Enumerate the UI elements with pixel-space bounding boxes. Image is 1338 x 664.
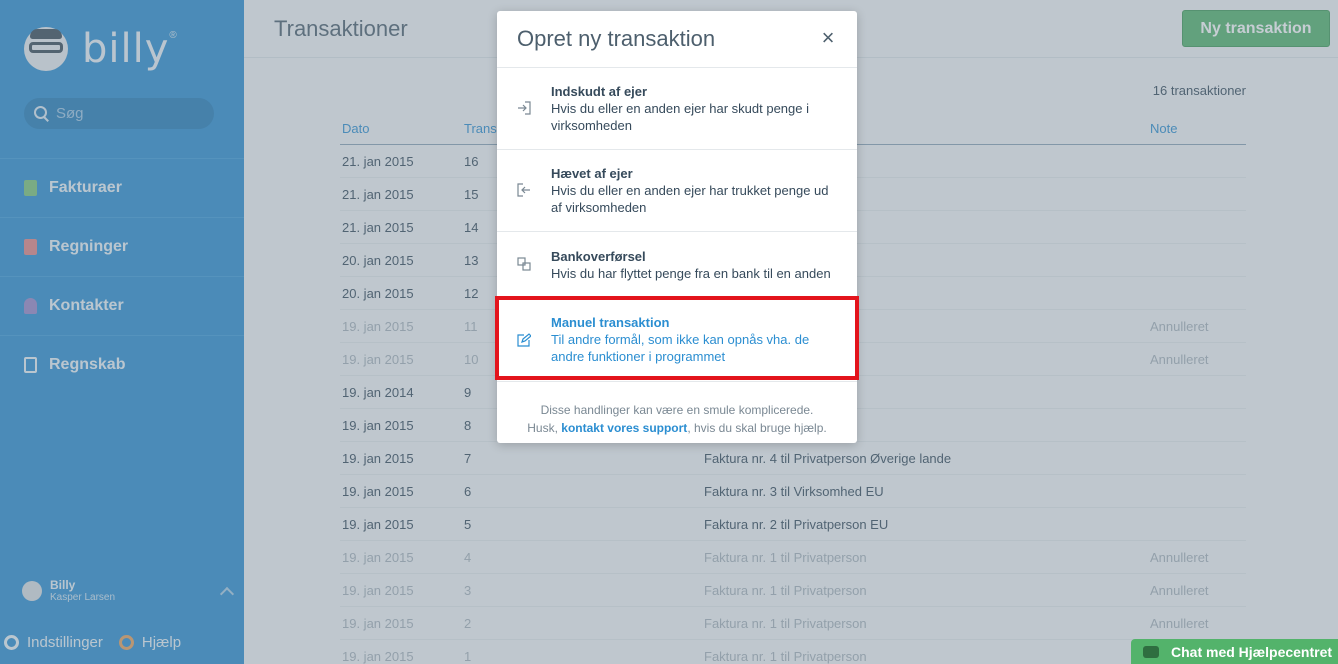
chat-help-button[interactable]: Chat med Hjælpecentret [1131,639,1338,664]
sign-out-icon [517,183,530,197]
modal-header: Opret ny transaktion × [497,11,857,68]
contact-support-link[interactable]: kontakt vores support [561,421,687,435]
new-transaction-modal: Opret ny transaktion × Indskudt af ejer … [495,11,859,443]
transfer-icon [517,257,531,271]
modal-title: Opret ny transaktion [517,26,716,51]
footer-support-line: Husk, kontakt vores support, hvis du ska… [527,421,827,435]
option-title: Hævet af ejer [551,166,633,181]
highlight-box [495,296,859,380]
sign-in-icon [518,101,531,115]
option-description: Hvis du eller en anden ejer har trukket … [551,183,829,215]
footer-line: Disse handlinger kan være en smule kompl… [540,403,814,417]
option-title: Indskudt af ejer [551,84,648,99]
option-bank-transfer[interactable]: Bankoverførsel Hvis du har flyttet penge… [497,232,857,298]
modal-footer: Disse handlinger kan være en smule kompl… [497,382,857,456]
close-icon[interactable]: × [819,27,837,49]
chat-icon [1143,645,1159,658]
chat-label: Chat med Hjælpecentret [1171,643,1333,660]
option-description: Hvis du har flyttet penge fra en bank ti… [551,265,831,281]
option-owner-withdrawal[interactable]: Hævet af ejer Hvis du eller en anden eje… [497,150,857,232]
option-title: Bankoverførsel [551,248,646,264]
option-owner-deposit[interactable]: Indskudt af ejer Hvis du eller en anden … [497,68,857,150]
option-description: Hvis du eller en anden ejer har skudt pe… [551,101,809,133]
